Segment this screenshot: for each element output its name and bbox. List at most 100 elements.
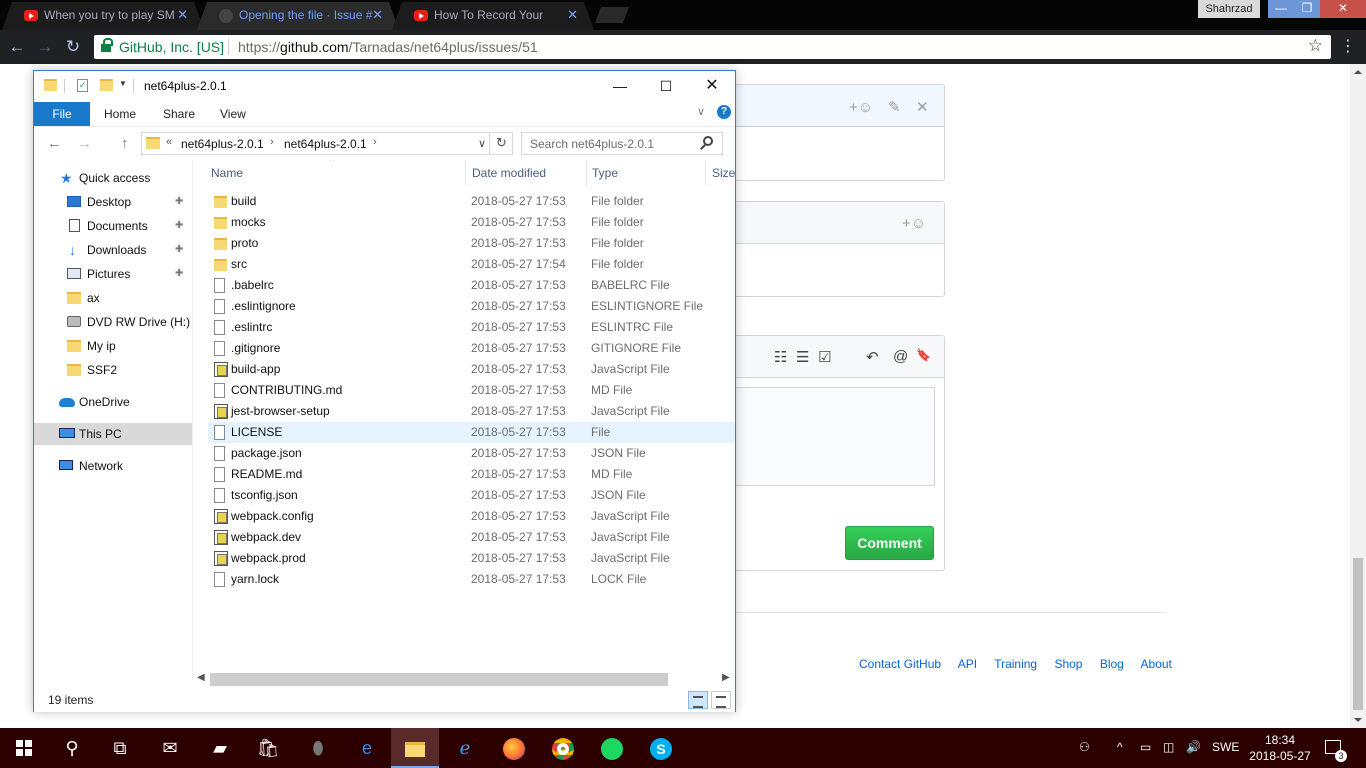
maximize-button[interactable]: ☐: [643, 71, 689, 101]
breadcrumb-chevron-icon[interactable]: ›: [373, 136, 377, 148]
back-arrow-icon[interactable]: ←: [47, 135, 62, 152]
column-header-type[interactable]: Type: [592, 166, 618, 180]
taskbar-app-skype[interactable]: S: [637, 728, 685, 768]
site-identity[interactable]: GitHub, Inc. [US]: [119, 39, 224, 55]
input-language[interactable]: SWE: [1212, 740, 1239, 754]
footer-link-shop[interactable]: Shop: [1054, 657, 1082, 671]
breadcrumb-item[interactable]: net64plus-2.0.1: [181, 137, 264, 151]
file-row[interactable]: proto 2018-05-27 17:53 File folder: [208, 233, 735, 254]
network-icon[interactable]: ◫: [1163, 740, 1174, 754]
search-button[interactable]: ⚲: [48, 728, 96, 768]
nav-item-onedrive[interactable]: OneDrive: [34, 391, 192, 413]
nav-item-desktop[interactable]: Desktop ✚: [34, 191, 192, 213]
scroll-left-arrow[interactable]: ◀: [197, 672, 205, 683]
taskbar-app-sticky-notes[interactable]: ▰: [196, 728, 244, 768]
column-divider[interactable]: [465, 160, 466, 186]
close-window-button[interactable]: ✕: [1320, 0, 1366, 18]
expand-ribbon-icon[interactable]: ∨: [697, 105, 705, 118]
ordered-list-icon[interactable]: ☰: [796, 348, 809, 366]
breadcrumb-chevron-icon[interactable]: ›: [270, 136, 274, 148]
pin-icon[interactable]: ✚: [175, 263, 183, 285]
url-text[interactable]: https://github.com/Tarnadas/net64plus/is…: [238, 39, 538, 55]
scroll-thumb[interactable]: [1353, 558, 1363, 710]
taskbar-app-spotify[interactable]: [588, 728, 636, 768]
nav-item-network[interactable]: Network: [34, 455, 192, 477]
taskbar-app-chrome[interactable]: [539, 728, 587, 768]
nav-item-downloads[interactable]: ↓ Downloads ✚: [34, 239, 192, 261]
search-input[interactable]: Search net64plus-2.0.1: [521, 132, 723, 155]
file-row[interactable]: build 2018-05-27 17:53 File folder: [208, 191, 735, 212]
file-row[interactable]: .gitignore 2018-05-27 17:53 GITIGNORE File: [208, 338, 735, 359]
scroll-right-arrow[interactable]: ▶: [722, 672, 730, 683]
minimize-button[interactable]: —: [597, 71, 643, 101]
people-icon[interactable]: ⚇: [1079, 740, 1090, 754]
column-divider[interactable]: [705, 160, 706, 186]
comment-button[interactable]: Comment: [845, 526, 934, 560]
battery-icon[interactable]: ▭: [1140, 740, 1151, 754]
new-tab-button[interactable]: [595, 7, 629, 23]
start-button[interactable]: [0, 728, 48, 768]
nav-item-this-pc[interactable]: This PC: [34, 423, 192, 445]
file-row[interactable]: .eslintignore 2018-05-27 17:53 ESLINTIGNOR…: [208, 296, 735, 317]
taskbar-app-edge[interactable]: e: [343, 728, 391, 768]
breadcrumb-overflow[interactable]: «: [166, 136, 172, 148]
properties-icon[interactable]: ✓: [77, 79, 88, 92]
file-row[interactable]: webpack.config 2018-05-27 17:53 JavaScript…: [208, 506, 735, 527]
nav-item-ssf2[interactable]: SSF2: [34, 359, 192, 381]
nav-item-dvd-drive[interactable]: DVD RW Drive (H:): [34, 311, 192, 333]
close-button[interactable]: ✕: [689, 71, 735, 101]
footer-link-api[interactable]: API: [958, 657, 977, 671]
chrome-menu-icon[interactable]: ⋮: [1340, 36, 1356, 56]
chrome-tab-youtube-1[interactable]: When you try to play SM ✕: [2, 2, 204, 30]
taskbar-app-mail[interactable]: ✉: [146, 728, 194, 768]
profile-button[interactable]: Shahrzad: [1198, 0, 1260, 18]
tab-home[interactable]: Home: [104, 102, 136, 126]
add-reaction-icon[interactable]: +☺: [902, 215, 926, 232]
nav-item-pictures[interactable]: Pictures ✚: [34, 263, 192, 285]
taskbar-app-mouse[interactable]: ⬮: [294, 728, 342, 768]
close-tab-icon[interactable]: ✕: [177, 2, 188, 28]
help-icon[interactable]: ?: [717, 105, 731, 119]
file-row[interactable]: mocks 2018-05-27 17:53 File folder: [208, 212, 735, 233]
tab-view[interactable]: View: [220, 102, 246, 126]
add-reaction-icon[interactable]: +☺: [849, 99, 873, 116]
file-row[interactable]: .eslintrc 2018-05-27 17:53 ESLINTRC File: [208, 317, 735, 338]
details-view-button[interactable]: [688, 691, 708, 709]
taskbar-app-file-explorer[interactable]: [391, 728, 439, 768]
nav-item-ax[interactable]: ax: [34, 287, 192, 309]
close-tab-icon[interactable]: ✕: [567, 2, 578, 28]
close-tab-icon[interactable]: ✕: [372, 2, 383, 28]
breadcrumb-item[interactable]: net64plus-2.0.1: [284, 137, 367, 151]
customize-toolbar-icon[interactable]: ▼: [119, 79, 127, 88]
large-icons-view-button[interactable]: [711, 691, 731, 709]
maximize-button[interactable]: ❐: [1294, 0, 1320, 18]
comment-textarea[interactable]: [735, 387, 935, 486]
show-hidden-icons-chevron[interactable]: ^: [1117, 740, 1123, 754]
file-row[interactable]: jest-browser-setup 2018-05-27 17:53 JavaSc…: [208, 401, 735, 422]
pin-icon[interactable]: ✚: [175, 239, 183, 261]
file-row[interactable]: webpack.prod 2018-05-27 17:53 JavaScript F…: [208, 548, 735, 569]
task-view-button[interactable]: ⧉: [96, 728, 144, 768]
file-row[interactable]: package.json 2018-05-27 17:53 JSON File: [208, 443, 735, 464]
forward-arrow-icon[interactable]: →: [34, 37, 56, 57]
forward-arrow-icon[interactable]: →: [77, 135, 92, 152]
system-clock[interactable]: 18:34 2018-05-27: [1249, 732, 1311, 764]
file-row-hovered[interactable]: LICENSE 2018-05-27 17:53 File: [208, 422, 735, 443]
file-row[interactable]: README.md 2018-05-27 17:53 MD File: [208, 464, 735, 485]
task-list-icon[interactable]: ☑: [818, 348, 831, 366]
column-header-name[interactable]: Name: [211, 166, 243, 180]
nav-item-documents[interactable]: Documents ✚: [34, 215, 192, 237]
back-arrow-icon[interactable]: ←: [6, 37, 28, 57]
taskbar-app-internet-explorer[interactable]: ℯ: [441, 728, 489, 768]
reload-icon[interactable]: ↻: [62, 37, 84, 57]
tab-file[interactable]: File: [34, 102, 90, 126]
bookmark-star-icon[interactable]: ☆: [1308, 36, 1323, 56]
taskbar-app-firefox[interactable]: [490, 728, 538, 768]
up-arrow-icon[interactable]: ↑: [121, 135, 129, 152]
mention-icon[interactable]: @: [893, 348, 908, 365]
file-row[interactable]: webpack.dev 2018-05-27 17:53 JavaScript Fi…: [208, 527, 735, 548]
scroll-down-arrow[interactable]: [1354, 718, 1362, 722]
file-row[interactable]: yarn.lock 2018-05-27 17:53 LOCK File: [208, 569, 735, 590]
pin-icon[interactable]: ✚: [175, 215, 183, 237]
file-row[interactable]: build-app 2018-05-27 17:53 JavaScript File: [208, 359, 735, 380]
